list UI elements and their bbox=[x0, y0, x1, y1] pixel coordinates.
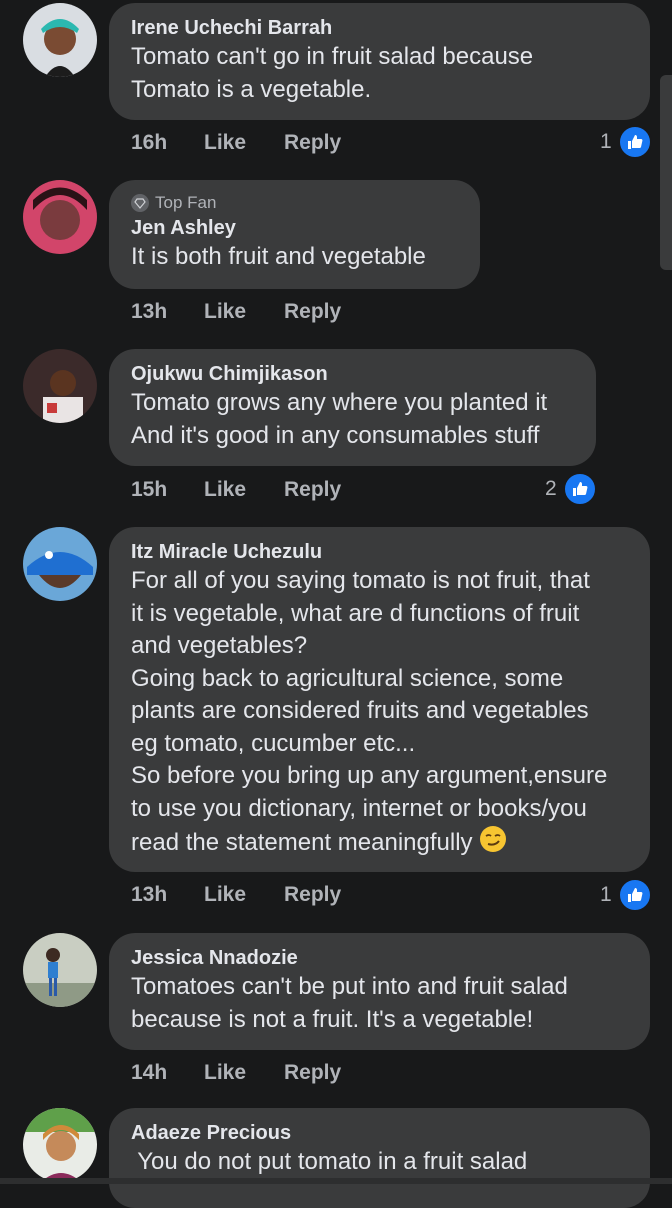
comment-time[interactable]: 13h bbox=[131, 883, 204, 907]
comment-bubble: Irene Uchechi Barrah Tomato can't go in … bbox=[109, 3, 650, 120]
reaction-summary[interactable]: 1 bbox=[600, 125, 652, 159]
reply-button[interactable]: Reply bbox=[284, 300, 341, 324]
comment-author[interactable]: Adaeze Precious bbox=[131, 1120, 628, 1146]
comment-actions: 16h Like Reply bbox=[131, 131, 341, 155]
comment-text: Tomatoes can't be put into and fruit sal… bbox=[131, 973, 568, 1033]
comment-time[interactable]: 13h bbox=[131, 300, 204, 324]
reaction-summary[interactable]: 1 bbox=[600, 878, 652, 912]
top-fan-badge: Top Fan bbox=[131, 192, 458, 214]
comment-author[interactable]: Ojukwu Chimjikason bbox=[131, 361, 574, 387]
comment-text: Tomato can't go in fruit salad because T… bbox=[131, 43, 534, 103]
comment-bubble: Jessica Nnadozie Tomatoes can't be put i… bbox=[109, 933, 650, 1050]
comment-author[interactable]: Irene Uchechi Barrah bbox=[131, 15, 628, 41]
reaction-count: 1 bbox=[600, 883, 612, 906]
comment-bubble: Itz Miracle Uchezulu For all of you sayi… bbox=[109, 527, 650, 872]
comment-time[interactable]: 16h bbox=[131, 131, 204, 155]
comment-actions: 14h Like Reply bbox=[131, 1061, 341, 1085]
comment-text: Tomato grows any where you planted it An… bbox=[131, 389, 548, 449]
reaction-count: 2 bbox=[545, 477, 557, 500]
comment-actions: 13h Like Reply bbox=[131, 300, 341, 324]
like-button[interactable]: Like bbox=[204, 478, 284, 502]
thumbs-up-icon bbox=[617, 878, 652, 912]
comment-bubble: Ojukwu Chimjikason Tomato grows any wher… bbox=[109, 349, 596, 466]
comment-author[interactable]: Jessica Nnadozie bbox=[131, 945, 628, 971]
thumbs-up-icon bbox=[562, 472, 597, 506]
reply-button[interactable]: Reply bbox=[284, 1061, 341, 1085]
comment-text: You do not put tomato in a fruit salad bbox=[131, 1148, 528, 1175]
avatar[interactable] bbox=[23, 180, 97, 254]
reaction-summary[interactable]: 2 bbox=[545, 472, 597, 506]
like-button[interactable]: Like bbox=[204, 1061, 284, 1085]
comment-text: For all of you saying tomato is not frui… bbox=[131, 565, 628, 863]
like-button[interactable]: Like bbox=[204, 131, 284, 155]
reaction-count: 1 bbox=[600, 130, 612, 153]
scrollbar[interactable] bbox=[660, 75, 672, 270]
comment-bubble: Adaeze Precious You do not put tomato in… bbox=[109, 1108, 650, 1208]
comment-author[interactable]: Jen Ashley bbox=[131, 215, 458, 241]
avatar[interactable] bbox=[23, 1108, 97, 1182]
comment-time[interactable]: 15h bbox=[131, 478, 204, 502]
comment-bubble: Top Fan Jen Ashley It is both fruit and … bbox=[109, 180, 480, 289]
diamond-icon bbox=[131, 194, 149, 212]
like-button[interactable]: Like bbox=[204, 300, 284, 324]
avatar[interactable] bbox=[23, 933, 97, 1007]
comment-actions: 13h Like Reply bbox=[131, 883, 341, 907]
thumbs-up-icon bbox=[617, 125, 652, 159]
comment-time[interactable]: 14h bbox=[131, 1061, 204, 1085]
reply-button[interactable]: Reply bbox=[284, 131, 341, 155]
avatar[interactable] bbox=[23, 527, 97, 601]
comment-author[interactable]: Itz Miracle Uchezulu bbox=[131, 539, 628, 565]
reply-button[interactable]: Reply bbox=[284, 883, 341, 907]
smirking-face-emoji-icon bbox=[479, 825, 507, 863]
like-button[interactable]: Like bbox=[204, 883, 284, 907]
comment-text-body: For all of you saying tomato is not frui… bbox=[131, 567, 608, 857]
avatar[interactable] bbox=[23, 349, 97, 423]
reply-button[interactable]: Reply bbox=[284, 478, 341, 502]
bottom-edge bbox=[0, 1178, 672, 1184]
top-fan-label: Top Fan bbox=[155, 193, 217, 212]
comment-actions: 15h Like Reply bbox=[131, 478, 341, 502]
avatar[interactable] bbox=[23, 3, 97, 77]
comment-text: It is both fruit and vegetable bbox=[131, 243, 426, 270]
